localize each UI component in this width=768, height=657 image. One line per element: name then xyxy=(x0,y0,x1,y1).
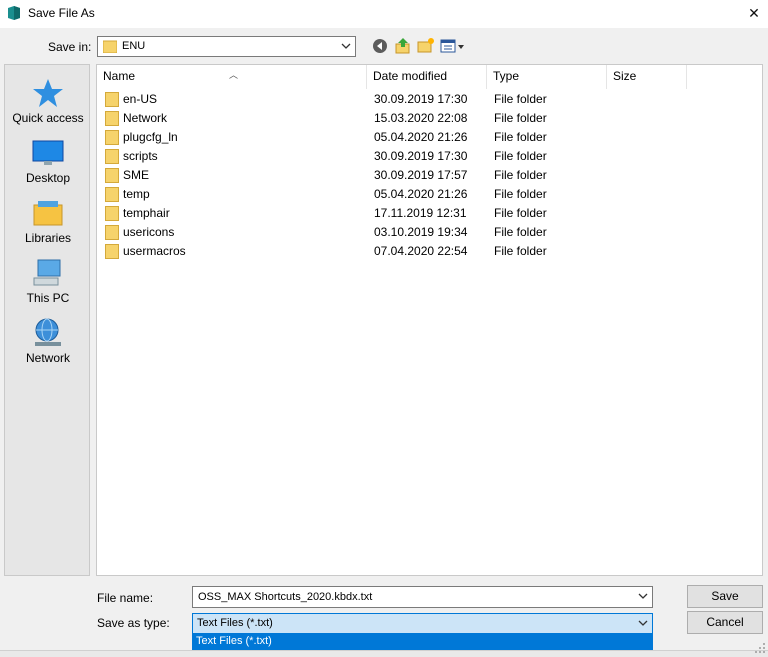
new-folder-icon[interactable] xyxy=(417,37,435,55)
file-type: File folder xyxy=(494,225,547,239)
file-date: 17.11.2019 12:31 xyxy=(374,206,467,220)
folder-icon xyxy=(105,244,119,259)
file-type: File folder xyxy=(494,92,547,106)
place-label: Quick access xyxy=(12,111,84,125)
star-icon xyxy=(33,79,63,107)
file-date: 03.10.2019 19:34 xyxy=(374,225,468,239)
file-date: 15.03.2020 22:08 xyxy=(374,111,468,125)
file-name: Network xyxy=(123,111,168,125)
save-as-type-option[interactable]: Text Files (*.txt) xyxy=(192,634,653,650)
place-quick-access[interactable]: Quick access xyxy=(5,71,91,127)
place-label: Desktop xyxy=(25,171,71,185)
file-date: 05.04.2020 21:26 xyxy=(374,130,468,144)
folder-icon xyxy=(105,168,119,183)
save-as-type-label: Save as type: xyxy=(97,616,170,630)
file-date: 05.04.2020 21:26 xyxy=(374,187,468,201)
folder-icon xyxy=(105,111,119,126)
folder-icon xyxy=(105,130,119,145)
folder-icon xyxy=(105,206,119,221)
back-icon[interactable] xyxy=(371,37,389,55)
file-type: File folder xyxy=(494,206,547,220)
file-list[interactable]: Name ︿ Date modified Type Size en-US 30.… xyxy=(96,64,763,576)
folder-icon xyxy=(105,149,119,164)
close-button[interactable]: ✕ xyxy=(740,0,768,28)
file-type: File folder xyxy=(494,111,547,125)
table-row[interactable]: SME 30.09.2019 17:57 File folder xyxy=(97,166,762,185)
table-row[interactable]: en-US 30.09.2019 17:30 File folder xyxy=(97,90,762,109)
file-name: temphair xyxy=(123,206,170,220)
file-type: File folder xyxy=(494,130,547,144)
file-name: SME xyxy=(123,168,150,182)
folder-icon xyxy=(105,187,119,202)
title-bar: Save File As ✕ xyxy=(0,0,768,28)
save-in-label: Save in: xyxy=(48,40,92,54)
place-label: Libraries xyxy=(24,231,72,245)
save-in-value: ENU xyxy=(122,40,146,52)
file-date: 30.09.2019 17:30 xyxy=(374,92,468,106)
table-row[interactable]: temphair 17.11.2019 12:31 File folder xyxy=(97,204,762,223)
table-row[interactable]: Network 15.03.2020 22:08 File folder xyxy=(97,109,762,128)
folder-icon xyxy=(105,225,119,240)
file-type: File folder xyxy=(494,187,547,201)
place-network[interactable]: Network xyxy=(5,311,91,367)
places-bar: Quick access Desktop Libraries This PC N… xyxy=(4,64,90,576)
libraries-icon xyxy=(33,201,63,226)
chevron-down-icon[interactable] xyxy=(638,591,648,601)
file-name-input[interactable]: OSS_MAX Shortcuts_2020.kbdx.txt xyxy=(192,586,653,608)
place-libraries[interactable]: Libraries xyxy=(5,191,91,247)
file-name-value: OSS_MAX Shortcuts_2020.kbdx.txt xyxy=(198,591,373,603)
network-icon xyxy=(35,318,61,346)
file-name: usericons xyxy=(123,225,175,239)
table-row[interactable]: scripts 30.09.2019 17:30 File folder xyxy=(97,147,762,166)
table-row[interactable]: temp 05.04.2020 21:26 File folder xyxy=(97,185,762,204)
save-as-type-value: Text Files (*.txt) xyxy=(197,617,273,629)
table-row[interactable]: usericons 03.10.2019 19:34 File folder xyxy=(97,223,762,242)
file-name: usermacros xyxy=(123,244,186,258)
folder-icon xyxy=(105,92,119,107)
column-header-date[interactable]: Date modified xyxy=(367,65,487,89)
table-row[interactable]: usermacros 07.04.2020 22:54 File folder xyxy=(97,242,762,261)
file-date: 30.09.2019 17:57 xyxy=(374,168,468,182)
place-this-pc[interactable]: This PC xyxy=(5,251,91,307)
cancel-button[interactable]: Cancel xyxy=(687,611,763,634)
file-name: en-US xyxy=(123,92,158,106)
dropdown-option-label: Text Files (*.txt) xyxy=(196,635,272,647)
file-name: scripts xyxy=(123,149,158,163)
place-label: This PC xyxy=(26,291,70,305)
view-menu-icon[interactable] xyxy=(440,37,466,55)
save-as-type-select[interactable]: Text Files (*.txt) xyxy=(192,613,653,634)
column-header-type[interactable]: Type xyxy=(487,65,607,89)
bottom-strip xyxy=(0,650,768,657)
sort-ascending-icon: ︿ xyxy=(229,70,239,80)
computer-icon xyxy=(33,259,61,286)
app-icon xyxy=(8,6,20,20)
column-header-size[interactable]: Size xyxy=(607,65,687,89)
chevron-down-icon[interactable] xyxy=(638,618,648,628)
save-in-combo[interactable]: ENU xyxy=(97,36,356,57)
file-name: temp xyxy=(123,187,150,201)
file-name-label: File name: xyxy=(97,591,154,605)
file-date: 07.04.2020 22:54 xyxy=(374,244,468,258)
file-type: File folder xyxy=(494,244,547,258)
file-date: 30.09.2019 17:30 xyxy=(374,149,468,163)
file-name: plugcfg_ln xyxy=(123,130,178,144)
window-title: Save File As xyxy=(28,6,95,20)
place-desktop[interactable]: Desktop xyxy=(5,131,91,187)
save-button[interactable]: Save xyxy=(687,585,763,608)
up-folder-icon[interactable] xyxy=(394,37,412,55)
column-header-name[interactable]: Name ︿ xyxy=(97,65,367,89)
place-label: Network xyxy=(25,351,70,365)
file-type: File folder xyxy=(494,168,547,182)
table-row[interactable]: plugcfg_ln 05.04.2020 21:26 File folder xyxy=(97,128,762,147)
desktop-icon xyxy=(32,140,64,165)
chevron-down-icon[interactable] xyxy=(337,37,355,56)
resize-grip-icon[interactable] xyxy=(754,642,766,654)
folder-icon xyxy=(103,40,117,53)
file-type: File folder xyxy=(494,149,547,163)
